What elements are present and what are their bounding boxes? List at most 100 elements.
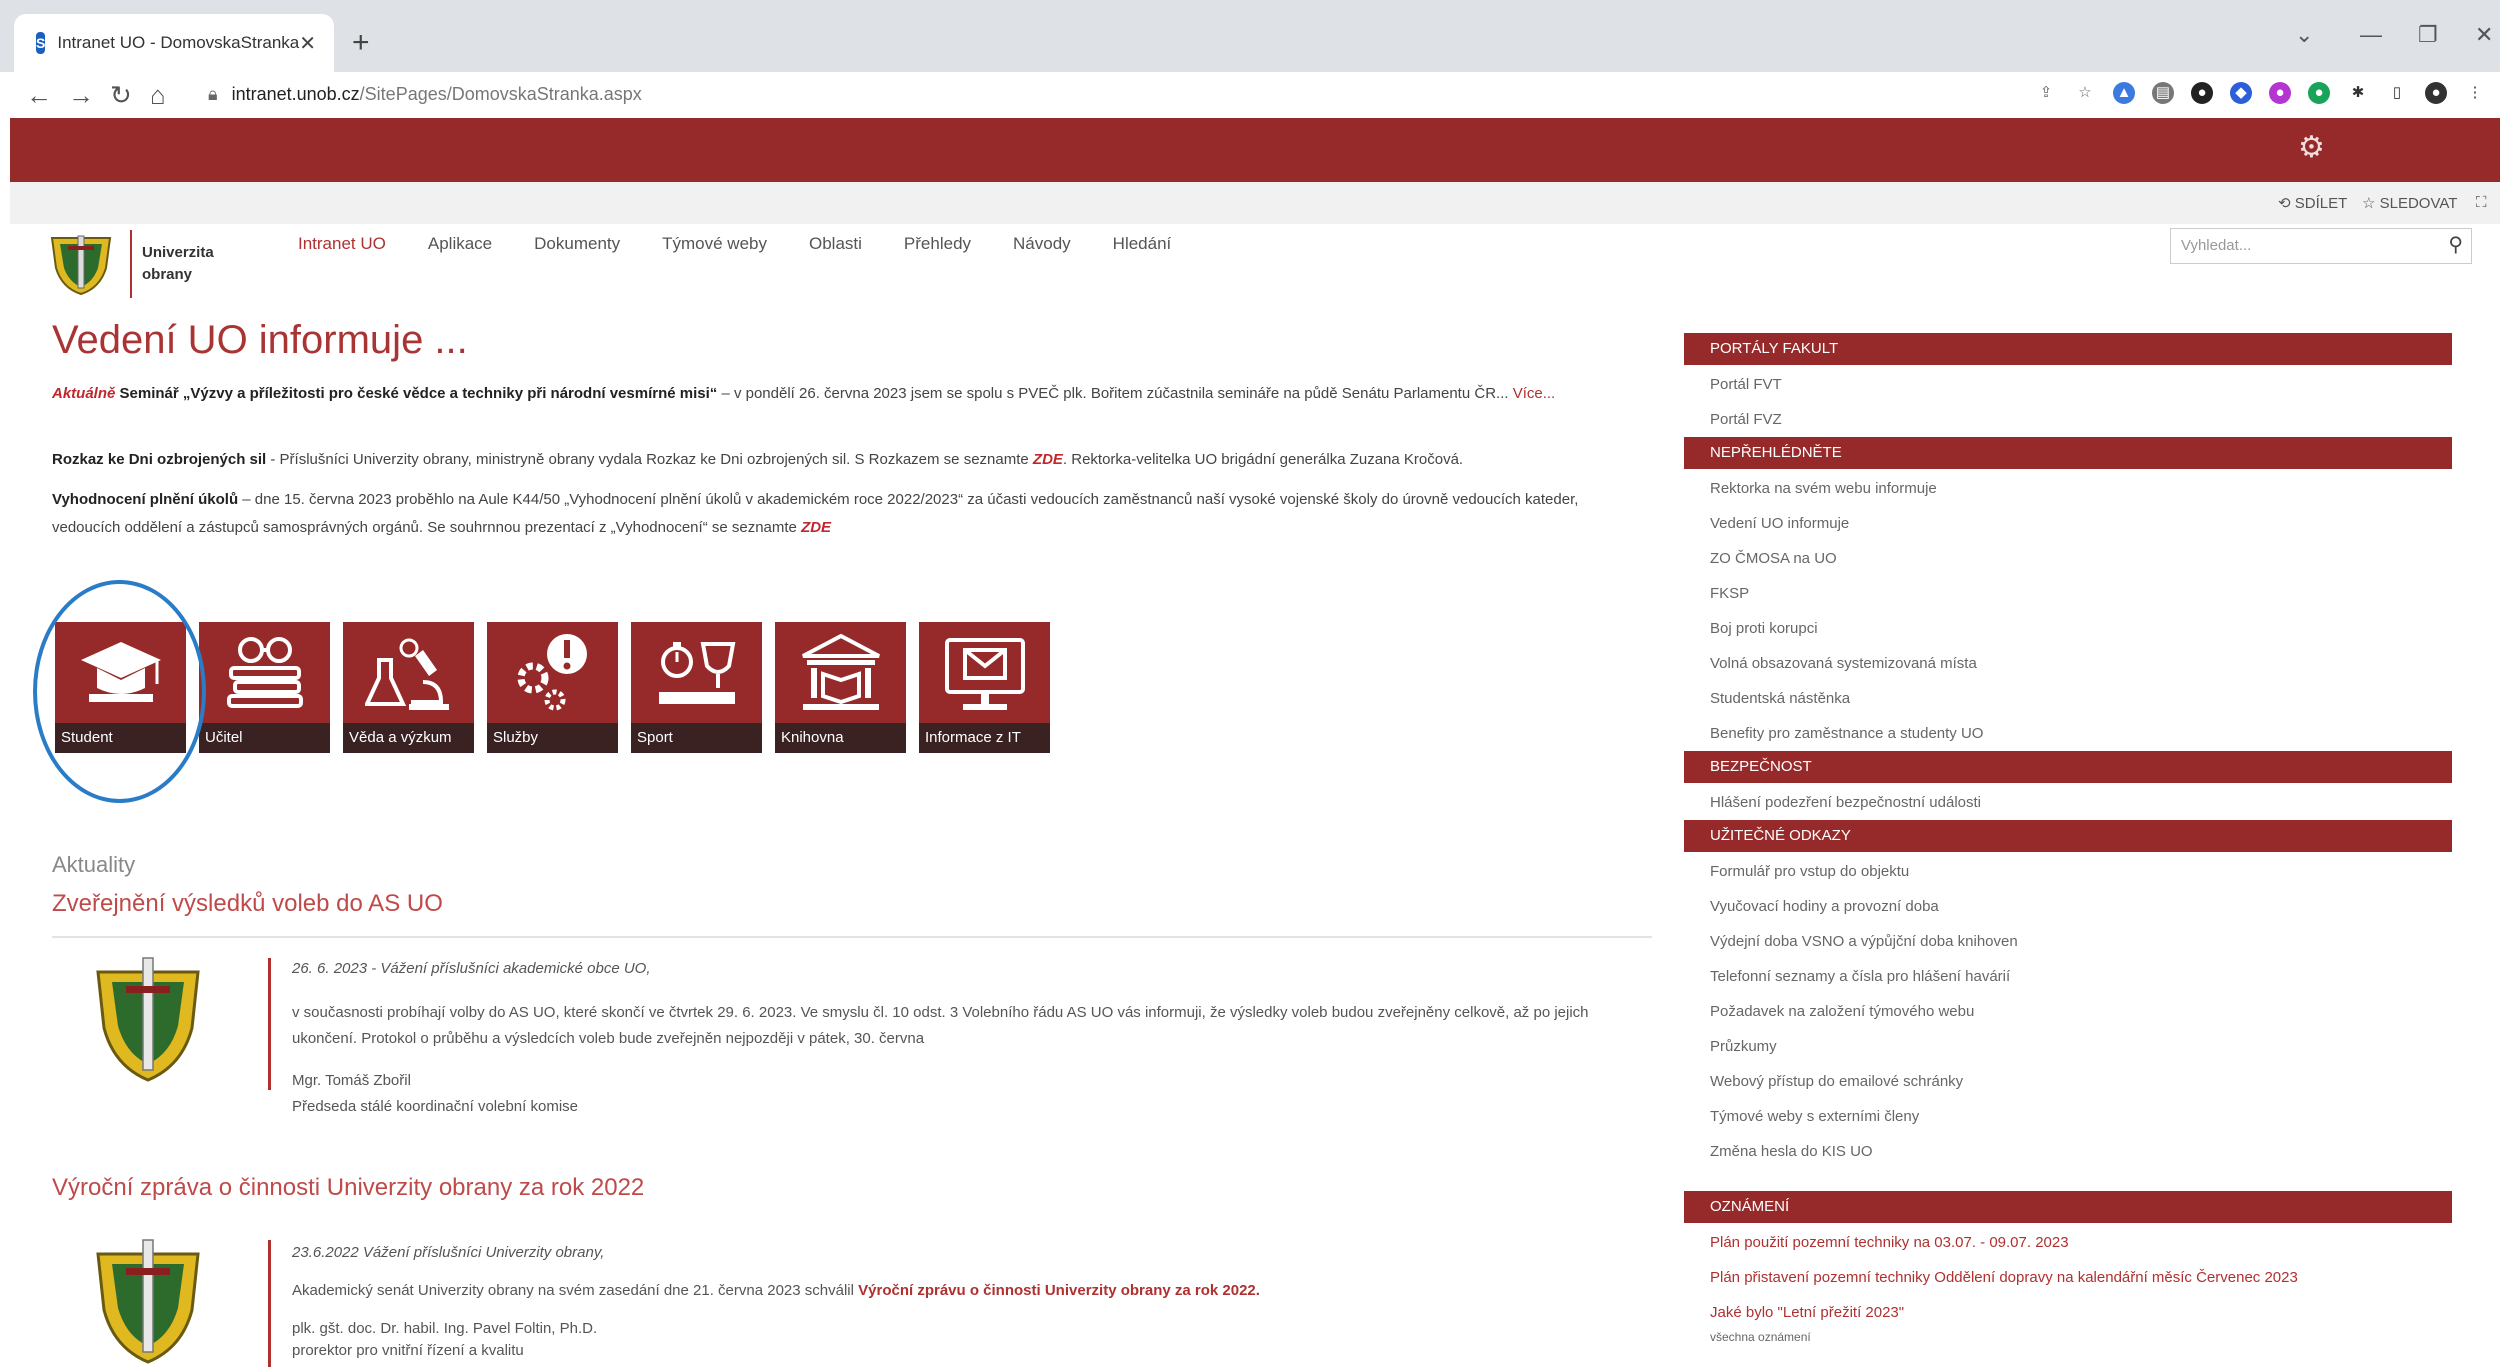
books-glasses-icon <box>227 637 303 708</box>
article-header: 26. 6. 2023 - Vážení příslušníci akademi… <box>292 960 651 977</box>
profile-avatar-icon[interactable]: ● <box>2425 82 2447 104</box>
close-tab-icon[interactable]: ✕ <box>299 31 316 56</box>
sidebar-link[interactable]: Týmové weby s externími členy <box>1684 1099 2452 1134</box>
article-accent-bar <box>268 1240 271 1367</box>
article-text: v současnosti probíhají volby do AS UO, … <box>292 1004 1589 1047</box>
nav-item-tymove-weby[interactable]: Týmové weby <box>662 234 767 254</box>
divider <box>52 936 1652 938</box>
tile-label: Knihovna <box>775 723 906 753</box>
share-page-icon[interactable]: ⇪ <box>2035 82 2057 104</box>
close-window-icon[interactable]: ✕ <box>2475 22 2493 48</box>
sidebar-link[interactable]: Benefity pro zaměstnance a studenty UO <box>1684 716 2452 751</box>
annual-report-link[interactable]: Výroční zprávu o činnosti Univerzity obr… <box>858 1282 1260 1299</box>
nav-item-hledani[interactable]: Hledání <box>1113 234 1172 254</box>
tile-sport[interactable]: Sport <box>631 622 762 753</box>
sidebar-link[interactable]: Požadavek na založení týmového webu <box>1684 994 2452 1029</box>
browser-tab-strip: S Intranet UO - DomovskaStranka ✕ + ⌄ — … <box>0 0 2500 72</box>
article-title[interactable]: Zveřejnění výsledků voleb do AS UO <box>52 890 443 918</box>
sidebar-link[interactable]: FKSP <box>1684 576 2452 611</box>
article-signature-role: Předseda stálé koordinační volební komis… <box>292 1098 578 1115</box>
tile-informace-z-it[interactable]: Informace z IT <box>919 622 1050 753</box>
gears-exclamation-icon <box>517 634 587 711</box>
news-label: Aktuálně <box>52 385 116 402</box>
sidebar-link[interactable]: ZO ČMOSA na UO <box>1684 541 2452 576</box>
search-icon[interactable]: ⚲ <box>2448 232 2463 257</box>
nav-item-navody[interactable]: Návody <box>1013 234 1071 254</box>
zde-link[interactable]: ZDE <box>801 519 831 536</box>
sidebar-link[interactable]: Změna hesla do KIS UO <box>1684 1134 2452 1169</box>
sidebar-link[interactable]: Výdejní doba VSNO a výpůjční doba knihov… <box>1684 924 2452 959</box>
tile-sluzby[interactable]: Služby <box>487 622 618 753</box>
tile-knihovna[interactable]: Knihovna <box>775 622 906 753</box>
nav-item-dokumenty[interactable]: Dokumenty <box>534 234 620 254</box>
sidebar-link[interactable]: Studentská nástěnka <box>1684 681 2452 716</box>
extension-icon[interactable]: ◆ <box>2230 82 2252 104</box>
extensions-puzzle-icon[interactable]: ✱ <box>2347 82 2369 104</box>
address-bar: ← → ↻ ⌂ 🔒︎ intranet.unob.cz/SitePages/Dom… <box>0 72 2500 118</box>
announcement-link[interactable]: Plán přistavení pozemní techniky Oddělen… <box>1684 1260 2452 1295</box>
tab-search-icon[interactable]: ⌄ <box>2295 22 2313 48</box>
nav-item-aplikace[interactable]: Aplikace <box>428 234 492 254</box>
news-item: Rozkaz ke Dni ozbrojených sil - Příslušn… <box>52 446 1617 474</box>
news-item: Vyhodnocení plnění úkolů – dne 15. červn… <box>52 486 1617 542</box>
home-icon[interactable]: ⌂ <box>150 80 166 111</box>
news-text: – v pondělí 26. června 2023 jsem se spol… <box>717 385 1509 402</box>
tile-veda-a-vyzkum[interactable]: Věda a výzkum <box>343 622 474 753</box>
settings-gear-icon[interactable]: ⚙ <box>2298 130 2325 165</box>
sidebar-link[interactable]: Vyučovací hodiny a provozní doba <box>1684 889 2452 924</box>
article-accent-bar <box>268 958 271 1090</box>
follow-button[interactable]: ☆ SLEDOVAT <box>2362 194 2457 212</box>
extension-icon[interactable]: ● <box>2269 82 2291 104</box>
reload-icon[interactable]: ↻ <box>110 80 132 111</box>
restore-icon[interactable]: ❐ <box>2418 22 2438 48</box>
url-host: intranet.unob.cz <box>231 84 360 104</box>
zde-link[interactable]: ZDE <box>1033 451 1063 468</box>
announcement-link[interactable]: Jaké bylo "Letní přežití 2023" <box>1684 1295 2452 1330</box>
extension-icon[interactable]: ▲ <box>2113 82 2135 104</box>
extension-icon[interactable]: ● <box>2191 82 2213 104</box>
browser-tab[interactable]: S Intranet UO - DomovskaStranka ✕ <box>14 14 334 72</box>
aktuality-heading: Aktuality <box>52 852 136 877</box>
news-text: - Příslušníci Univerzity obrany, ministr… <box>266 451 1033 468</box>
search-input[interactable]: Vyhledat... ⚲ <box>2170 228 2472 264</box>
sidebar-link[interactable]: Portál FVT <box>1684 367 2452 402</box>
right-sidebar: PORTÁLY FAKULT Portál FVT Portál FVZ NEP… <box>1684 333 2452 1350</box>
sidebar-link[interactable]: Rektorka na svém webu informuje <box>1684 471 2452 506</box>
article-signature-role: prorektor pro vnitřní řízení a kvalitu <box>292 1342 524 1359</box>
focus-content-icon[interactable]: ⛶ <box>2476 194 2487 211</box>
org-name-line1: Univerzita <box>142 244 214 261</box>
sidepanel-icon[interactable]: ▯ <box>2386 82 2408 104</box>
tile-ucitel[interactable]: Učitel <box>199 622 330 753</box>
sidebar-link[interactable]: Boj proti korupci <box>1684 611 2452 646</box>
minimize-icon[interactable]: — <box>2360 22 2382 48</box>
share-button[interactable]: ⟲ SDÍLET <box>2278 194 2347 212</box>
sidebar-link[interactable]: Telefonní seznamy a čísla pro hlášení ha… <box>1684 959 2452 994</box>
sidebar-link[interactable]: Formulář pro vstup do objektu <box>1684 854 2452 889</box>
announcement-link[interactable]: Plán použití pozemní techniky na 03.07. … <box>1684 1225 2452 1260</box>
nav-item-intranet-uo[interactable]: Intranet UO <box>298 234 386 254</box>
tile-label: Služby <box>487 723 618 753</box>
extension-icon[interactable]: ● <box>2308 82 2330 104</box>
more-link[interactable]: Více... <box>1513 385 1556 402</box>
sidebar-link[interactable]: Webový přístup do emailové schránky <box>1684 1064 2452 1099</box>
url-field[interactable]: 🔒︎ intranet.unob.cz/SitePages/DomovskaStr… <box>208 84 642 105</box>
sidebar-link[interactable]: Vedení UO informuje <box>1684 506 2452 541</box>
forward-icon[interactable]: → <box>68 80 94 111</box>
sidebar-link[interactable]: Volná obsazovaná systemizovaná místa <box>1684 646 2452 681</box>
article-title[interactable]: Výroční zpráva o činnosti Univerzity obr… <box>52 1174 644 1202</box>
back-icon[interactable]: ← <box>26 80 52 111</box>
nav-item-oblasti[interactable]: Oblasti <box>809 234 862 254</box>
browser-menu-icon[interactable]: ⋮ <box>2464 82 2486 104</box>
article-text: Akademický senát Univerzity obrany na sv… <box>292 1282 859 1299</box>
extension-icon[interactable]: ▤ <box>2152 82 2174 104</box>
nav-item-prehledy[interactable]: Přehledy <box>904 234 971 254</box>
sidebar-link[interactable]: Portál FVZ <box>1684 402 2452 437</box>
new-tab-icon[interactable]: + <box>352 26 370 60</box>
all-announcements-link[interactable]: všechna oznámení <box>1684 1330 2452 1350</box>
bookmark-star-icon[interactable]: ☆ <box>2074 82 2096 104</box>
tile-label: Věda a výzkum <box>343 723 474 753</box>
sidebar-link[interactable]: Hlášení podezření bezpečnostní události <box>1684 785 2452 820</box>
sidebar-link[interactable]: Průzkumy <box>1684 1029 2452 1064</box>
university-logo[interactable] <box>48 232 114 298</box>
lab-icon <box>365 638 449 710</box>
